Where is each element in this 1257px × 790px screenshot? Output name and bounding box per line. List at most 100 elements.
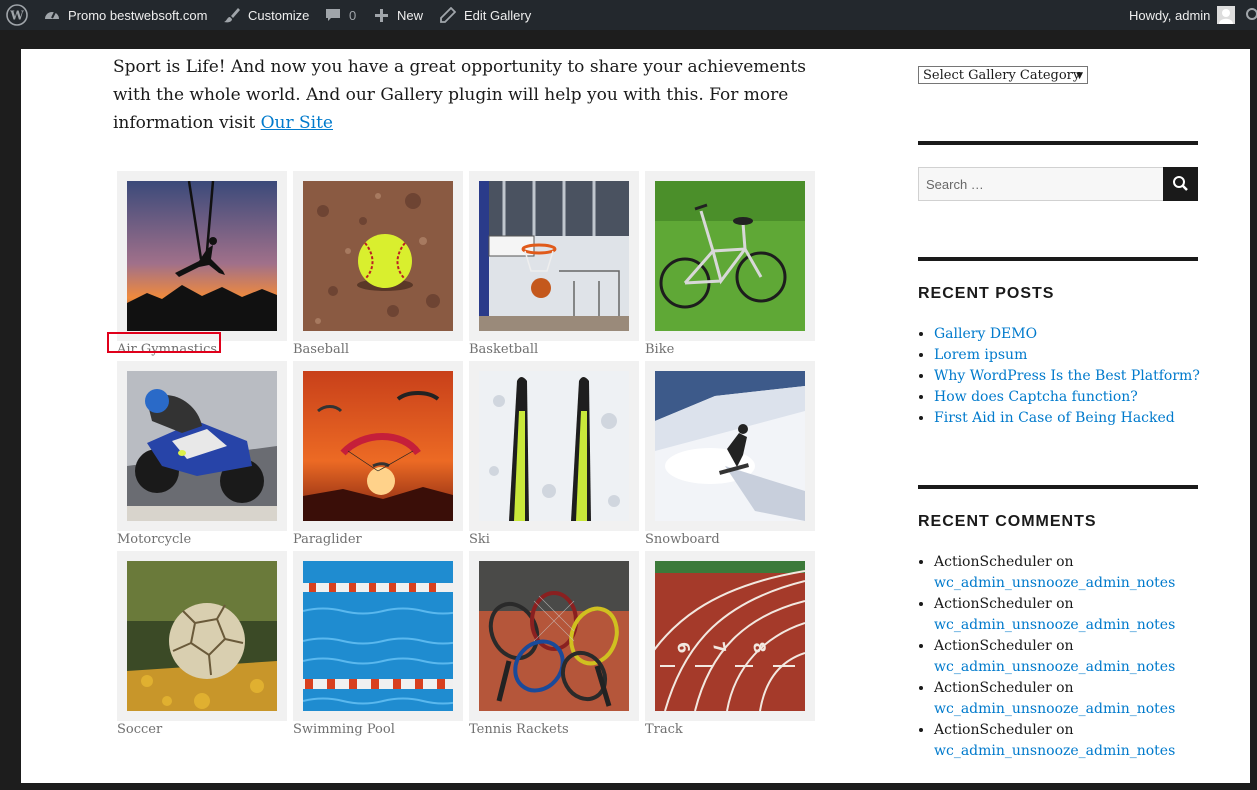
comment-post-link[interactable]: wc_admin_unsnooze_admin_notes [934, 575, 1175, 591]
air-gymnastics-image[interactable] [127, 181, 277, 331]
gallery-thumbnail-frame[interactable]: 678 [645, 551, 815, 721]
gallery-caption[interactable]: Paraglider [293, 533, 362, 547]
gallery-caption[interactable]: Track [645, 723, 683, 737]
edit-gallery-link[interactable]: Edit Gallery [440, 0, 531, 30]
gallery-item-motorcycle[interactable]: Motorcycle [117, 361, 287, 547]
gallery-thumbnail-frame[interactable] [293, 361, 463, 531]
caption-text[interactable]: Motorcycle [117, 532, 191, 547]
wordpress-logo-icon[interactable]: W [6, 0, 28, 30]
gallery-item-baseball[interactable]: Baseball [293, 171, 463, 357]
comment-post-link[interactable]: wc_admin_unsnooze_admin_notes [934, 701, 1175, 717]
gallery-item-ski[interactable]: Ski [469, 361, 639, 547]
customize-link[interactable]: Customize [223, 0, 309, 30]
swimming-pool-image[interactable] [303, 561, 453, 711]
recent-post-link[interactable]: Lorem ipsum [934, 347, 1027, 363]
search-placeholder: Search … [926, 177, 984, 192]
comment-on: on [1056, 596, 1074, 612]
basketball-image[interactable] [479, 181, 629, 331]
caption-text[interactable]: Baseball [293, 342, 349, 357]
gallery-thumbnail-frame[interactable] [645, 361, 815, 531]
comments-count: 0 [349, 7, 357, 23]
tennis-rackets-image[interactable] [479, 561, 629, 711]
caption-highlight-box [107, 332, 221, 353]
gallery-item-bike[interactable]: Bike [645, 171, 815, 357]
gallery-item-soccer[interactable]: Soccer [117, 551, 287, 737]
gallery-caption[interactable]: Tennis Rackets [469, 723, 569, 737]
caption-text[interactable]: Ski [469, 532, 490, 547]
search-toggle-icon[interactable] [1244, 0, 1257, 30]
bike-image[interactable] [655, 181, 805, 331]
caption-text[interactable]: Snowboard [645, 532, 720, 547]
recent-post-link[interactable]: First Aid in Case of Being Hacked [934, 410, 1175, 426]
gallery-thumbnail-frame[interactable] [117, 551, 287, 721]
intro-text: Sport is Life! And now you have a great … [113, 57, 806, 133]
gallery-caption[interactable]: Motorcycle [117, 533, 191, 547]
caption-text[interactable]: Basketball [469, 342, 538, 357]
caption-text[interactable]: Track [645, 722, 683, 737]
admin-bar: W Promo bestwebsoft.com Customize 0 New … [0, 0, 1257, 30]
gallery-caption[interactable]: Air Gymnastics [107, 332, 221, 357]
gallery-item-track[interactable]: 678 Track [645, 551, 815, 737]
gallery-category-select[interactable]: Select Gallery Category ▼ [918, 66, 1088, 84]
howdy-label: Howdy, admin [1129, 7, 1211, 23]
gallery-thumbnail-frame[interactable] [117, 171, 287, 341]
comment-post-link[interactable]: wc_admin_unsnooze_admin_notes [934, 743, 1175, 759]
paraglider-image[interactable] [303, 371, 453, 521]
comments-link[interactable]: 0 [325, 0, 356, 30]
search-button[interactable] [1163, 167, 1198, 201]
svg-text:W: W [9, 9, 24, 23]
gallery-thumbnail-frame[interactable] [293, 171, 463, 341]
gallery-thumbnail-frame[interactable] [117, 361, 287, 531]
recent-post-link[interactable]: How does Captcha function? [934, 389, 1138, 405]
gallery-item-tennis-rackets[interactable]: Tennis Rackets [469, 551, 639, 737]
gallery-caption[interactable]: Baseball [293, 343, 349, 357]
baseball-image[interactable] [303, 181, 453, 331]
recent-post-link[interactable]: Why WordPress Is the Best Platform? [934, 368, 1200, 384]
gallery-item-swimming-pool[interactable]: Swimming Pool [293, 551, 463, 737]
search-input[interactable]: Search … [918, 167, 1164, 201]
comment-icon [325, 7, 341, 23]
gallery-thumbnail-frame[interactable] [469, 551, 639, 721]
gallery-caption[interactable]: Basketball [469, 343, 538, 357]
gallery-caption[interactable]: Swimming Pool [293, 723, 395, 737]
caption-text[interactable]: Swimming Pool [293, 722, 395, 737]
gallery-caption[interactable]: Snowboard [645, 533, 720, 547]
caption-text[interactable]: Soccer [117, 722, 162, 737]
ski-image[interactable] [479, 371, 629, 521]
gallery-caption[interactable]: Bike [645, 343, 674, 357]
caption-text[interactable]: Bike [645, 342, 674, 357]
my-account-link[interactable]: Howdy, admin [1129, 0, 1236, 30]
caption-text[interactable]: Tennis Rackets [469, 722, 569, 737]
gallery-thumbnail-frame[interactable] [645, 171, 815, 341]
dropdown-arrow-icon: ▼ [1076, 71, 1083, 81]
comment-post-link[interactable]: wc_admin_unsnooze_admin_notes [934, 659, 1175, 675]
gallery-thumbnail-frame[interactable] [293, 551, 463, 721]
site-name-link[interactable]: Promo bestwebsoft.com [43, 0, 207, 30]
gallery-thumbnail-frame[interactable] [469, 361, 639, 531]
gallery-thumbnail-frame[interactable] [469, 171, 639, 341]
dashboard-icon [43, 6, 61, 24]
gallery-caption[interactable]: Soccer [117, 723, 162, 737]
new-label: New [397, 7, 424, 23]
our-site-link[interactable]: Our Site [261, 113, 333, 133]
soccer-image[interactable] [127, 561, 277, 711]
gallery-caption[interactable]: Ski [469, 533, 490, 547]
snowboard-image[interactable] [655, 371, 805, 521]
recent-posts-title: RECENT POSTS [918, 285, 1055, 302]
site-name-label: Promo bestwebsoft.com [68, 7, 208, 23]
list-item: ActionScheduler on wc_admin_unsnooze_admi… [934, 720, 1214, 762]
new-content-link[interactable]: New [374, 0, 423, 30]
list-item: ActionScheduler on wc_admin_unsnooze_admi… [934, 594, 1214, 636]
caption-text[interactable]: Paraglider [293, 532, 362, 547]
recent-post-link[interactable]: Gallery DEMO [934, 326, 1037, 342]
track-image[interactable]: 678 [655, 561, 805, 711]
gallery-item-snowboard[interactable]: Snowboard [645, 361, 815, 547]
gallery-item-basketball[interactable]: Basketball [469, 171, 639, 357]
gallery-item-air-gymnastics[interactable]: Air Gymnastics [107, 171, 287, 357]
comment-post-link[interactable]: wc_admin_unsnooze_admin_notes [934, 617, 1175, 633]
gallery-category-selected: Select Gallery Category [923, 68, 1081, 83]
motorcycle-image[interactable] [127, 371, 277, 521]
list-item: Lorem ipsum [934, 345, 1214, 366]
pencil-icon [440, 7, 456, 23]
gallery-item-paraglider[interactable]: Paraglider [293, 361, 463, 547]
